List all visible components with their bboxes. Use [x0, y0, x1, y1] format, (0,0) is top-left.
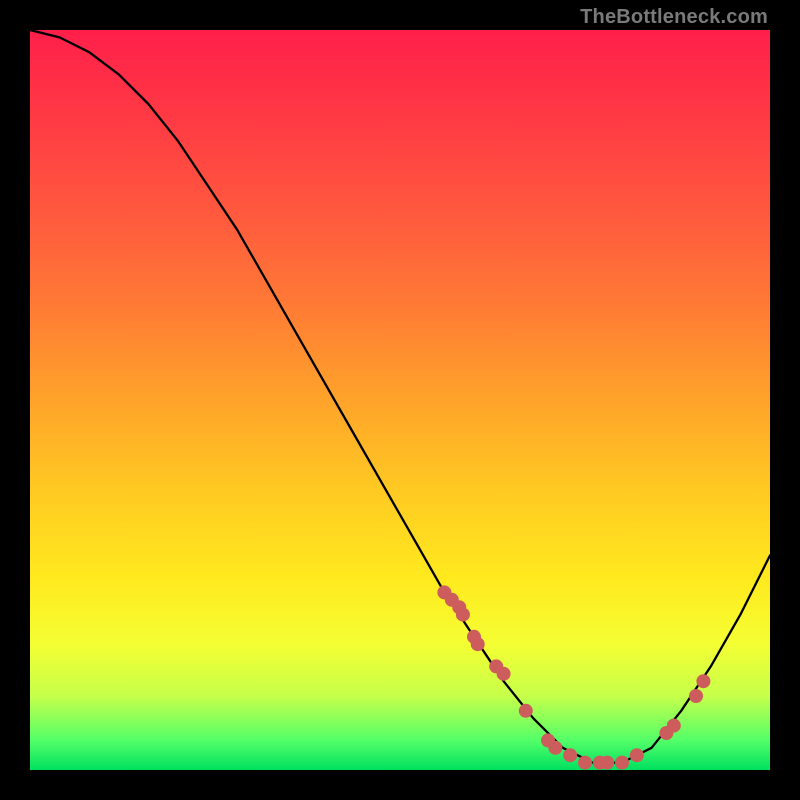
- marker-point: [563, 748, 577, 762]
- marker-point: [630, 748, 644, 762]
- marker-point: [456, 608, 470, 622]
- marker-point: [471, 637, 485, 651]
- marker-point: [578, 756, 592, 770]
- curve-path: [30, 30, 770, 763]
- marker-point: [696, 674, 710, 688]
- curve-series: [30, 30, 770, 763]
- chart-svg: [30, 30, 770, 770]
- marker-point: [600, 756, 614, 770]
- plot-area: [30, 30, 770, 770]
- marker-point: [519, 704, 533, 718]
- chart-stage: TheBottleneck.com: [0, 0, 800, 800]
- marker-point: [615, 756, 629, 770]
- attribution-text: TheBottleneck.com: [580, 6, 768, 29]
- marker-point: [497, 667, 511, 681]
- marker-point: [689, 689, 703, 703]
- marker-point: [667, 719, 681, 733]
- marker-point: [548, 741, 562, 755]
- marker-points: [437, 585, 710, 769]
